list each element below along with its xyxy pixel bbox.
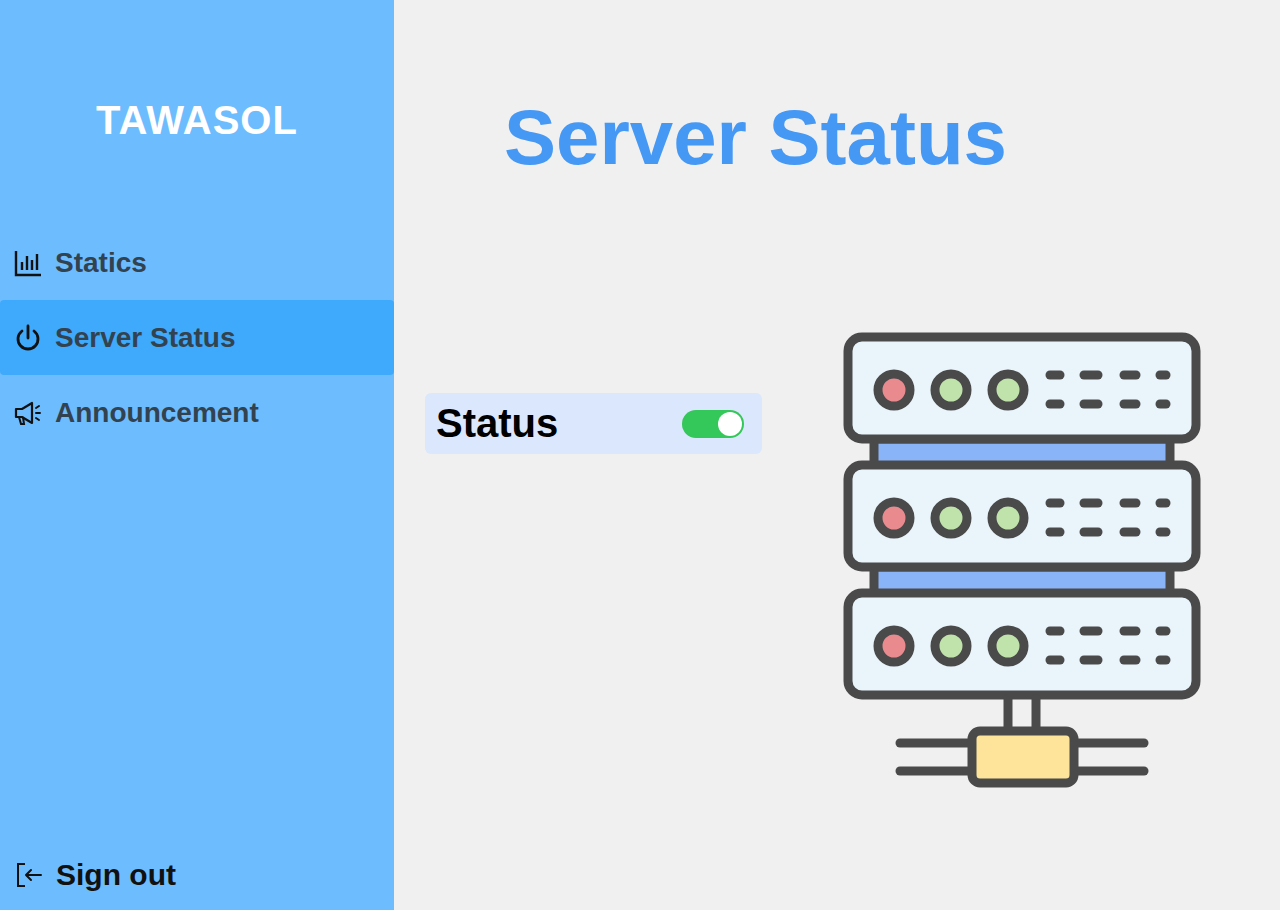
toggle-knob xyxy=(718,412,742,436)
app-root: TAWASOLStaticsServer StatusAnnouncementS… xyxy=(0,0,1280,910)
logo[interactable]: TAWASOL xyxy=(0,0,394,143)
sidebar: TAWASOLStaticsServer StatusAnnouncementS… xyxy=(0,0,394,910)
sign-out-icon xyxy=(14,860,44,890)
chart-icon xyxy=(13,248,43,278)
sidebar-item[interactable]: Statics xyxy=(0,225,394,300)
server-icon xyxy=(842,331,1202,791)
status-card: Status xyxy=(425,393,762,454)
sign-out-button[interactable]: Sign out xyxy=(0,858,394,910)
main-content: Server Status Status xyxy=(394,0,1280,910)
status-label: Status xyxy=(436,401,558,446)
status-section: Status xyxy=(394,331,1280,791)
status-toggle[interactable] xyxy=(682,410,744,438)
sidebar-item[interactable]: Announcement xyxy=(0,375,394,450)
page-title: Server Status xyxy=(504,92,1280,183)
sidebar-nav: StaticsServer StatusAnnouncement xyxy=(0,225,394,450)
power-icon xyxy=(13,323,43,353)
sidebar-item[interactable]: Server Status xyxy=(0,300,394,375)
megaphone-icon xyxy=(13,398,43,428)
